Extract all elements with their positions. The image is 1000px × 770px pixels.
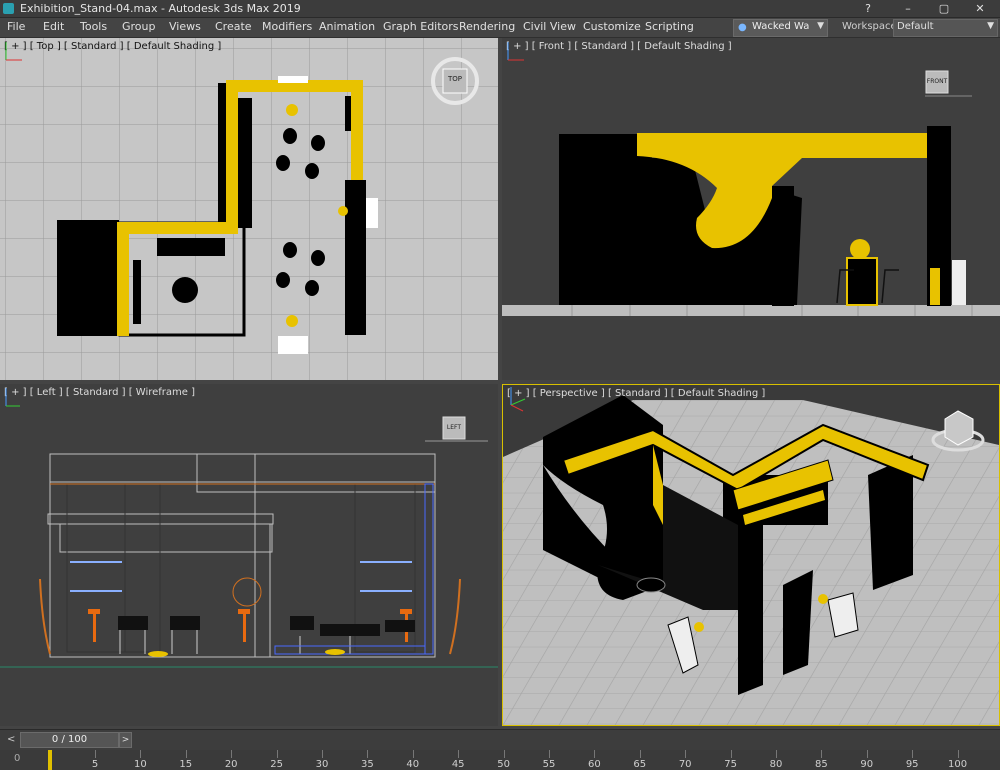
timeline-tick-label: 95 bbox=[905, 759, 919, 770]
menu-customize[interactable]: Customize bbox=[583, 20, 641, 33]
help-button[interactable]: ? bbox=[850, 0, 886, 17]
viewport-top[interactable]: [ + ] [ Top ] [ Standard ] [ Default Sha… bbox=[0, 38, 498, 380]
timeline-tick bbox=[594, 750, 596, 758]
timeline-tick-label: 40 bbox=[406, 759, 420, 770]
viewcube-top[interactable]: TOP bbox=[445, 75, 465, 83]
perspective-view-scene bbox=[503, 395, 999, 725]
timeline-tick bbox=[776, 750, 777, 758]
timeline-tick bbox=[866, 750, 868, 758]
front-view-scene bbox=[502, 70, 1000, 316]
viewport-label-perspective[interactable]: [ + ] [ Perspective ] [ Standard ] [ Def… bbox=[507, 388, 765, 399]
menu-scripting[interactable]: Scripting bbox=[645, 20, 694, 33]
timeline-tick-label: 85 bbox=[815, 759, 828, 770]
user-account-dropdown[interactable]: ● Wacked Wa ▼ bbox=[733, 19, 828, 37]
menu-civil-view[interactable]: Civil View bbox=[523, 20, 576, 33]
menu-file[interactable]: File bbox=[7, 20, 25, 33]
timeline-tick-label: 25 bbox=[270, 759, 283, 770]
chevron-down-icon: ▼ bbox=[987, 21, 994, 31]
timeline-tick bbox=[458, 750, 460, 758]
timeline-tick bbox=[322, 750, 323, 758]
timeline-tick bbox=[730, 750, 732, 758]
close-button[interactable]: ✕ bbox=[962, 0, 998, 17]
timeline-tick-label: 90 bbox=[860, 759, 874, 770]
timeline-tick bbox=[231, 750, 233, 758]
menu-bar: File Edit Tools Group Views Create Modif… bbox=[0, 18, 1000, 38]
title-bar: Exhibition_Stand-04.max - Autodesk 3ds M… bbox=[0, 0, 1000, 18]
timeline-tick-label: 10 bbox=[134, 759, 147, 770]
menu-rendering[interactable]: Rendering bbox=[459, 20, 515, 33]
timeline-tick-label: 45 bbox=[451, 759, 465, 770]
user-icon: ● bbox=[738, 22, 747, 33]
timeline-tick bbox=[367, 750, 369, 758]
timeline: < 0 / 100 > 0 5 10 15 20 25 30 35 40 45 50 55 60 65 7… bbox=[0, 729, 1000, 770]
timeline-tick-label: 55 bbox=[542, 759, 556, 770]
timeline-tick bbox=[185, 750, 187, 758]
menu-edit[interactable]: Edit bbox=[43, 20, 64, 33]
workspaces-value: Default bbox=[897, 21, 934, 32]
axis-gizmo bbox=[510, 387, 526, 412]
menu-modifiers[interactable]: Modifiers bbox=[262, 20, 312, 33]
playhead[interactable] bbox=[48, 750, 52, 770]
chevron-down-icon: ▼ bbox=[817, 21, 824, 31]
timeline-tick-label: 50 bbox=[497, 759, 510, 770]
timeline-tick bbox=[685, 750, 687, 758]
frame-counter: 0 / 100 bbox=[51, 734, 88, 745]
timeline-next-button[interactable]: > bbox=[119, 732, 132, 748]
workspaces-dropdown[interactable]: Default ▼ bbox=[893, 19, 998, 37]
menu-animation[interactable]: Animation bbox=[319, 20, 375, 33]
time-slider[interactable]: 0 / 100 bbox=[20, 732, 119, 748]
menu-group[interactable]: Group bbox=[122, 20, 156, 33]
menu-create[interactable]: Create bbox=[215, 20, 252, 33]
timeline-tick-label: 100 bbox=[948, 759, 968, 770]
menu-graph-editors[interactable]: Graph Editors bbox=[383, 20, 459, 33]
timeline-tick bbox=[549, 750, 550, 758]
timeline-tick-label: 5 bbox=[91, 759, 99, 770]
menu-views[interactable]: Views bbox=[169, 20, 201, 33]
left-view-scene bbox=[0, 416, 498, 668]
top-view-scene bbox=[0, 38, 498, 380]
timeline-prev-button[interactable]: < bbox=[7, 734, 15, 745]
timeline-tick bbox=[276, 750, 278, 758]
timeline-tick-label: 35 bbox=[361, 759, 374, 770]
timeline-tick bbox=[140, 750, 142, 758]
timeline-tick-label: 15 bbox=[179, 759, 193, 770]
timeline-tick-label: 65 bbox=[633, 759, 647, 770]
timeline-tick bbox=[412, 750, 414, 758]
timeline-tick bbox=[821, 750, 823, 758]
timeline-tick bbox=[639, 750, 641, 758]
viewcube-left[interactable]: LEFT bbox=[443, 424, 465, 431]
viewport-label-left[interactable]: [ + ] [ Left ] [ Standard ] [ Wireframe … bbox=[4, 387, 195, 398]
menu-tools[interactable]: Tools bbox=[80, 20, 107, 33]
timeline-tick bbox=[912, 750, 914, 758]
track-bar[interactable]: 0 5 10 15 20 25 30 35 40 45 50 55 60 65 70 75 80 85 90 95 1… bbox=[0, 750, 1000, 770]
viewport-perspective[interactable]: [ + ] [ Perspective ] [ Standard ] [ Def… bbox=[502, 384, 1000, 726]
timeline-tick bbox=[95, 750, 96, 758]
axis-gizmo bbox=[5, 42, 22, 61]
timeline-tick-label: 20 bbox=[224, 759, 238, 770]
viewcube-front[interactable]: FRONT bbox=[926, 78, 948, 85]
viewport-front[interactable]: [ + ] [ Front ] [ Standard ] [ Default S… bbox=[502, 38, 1000, 380]
viewport-label-front[interactable]: [ + ] [ Front ] [ Standard ] [ Default S… bbox=[506, 41, 732, 52]
window-title: Exhibition_Stand-04.max - Autodesk 3ds M… bbox=[20, 2, 301, 15]
timeline-tick bbox=[503, 750, 505, 758]
timeline-tick-label: 80 bbox=[769, 759, 783, 770]
timeline-tick bbox=[957, 750, 959, 758]
app-icon[interactable] bbox=[3, 3, 14, 14]
track-lead-label: 0 bbox=[14, 753, 21, 764]
viewport-left[interactable]: [ + ] [ Left ] [ Standard ] [ Wireframe … bbox=[0, 384, 498, 726]
maximize-button[interactable]: ▢ bbox=[926, 0, 962, 17]
timeline-tick-label: 70 bbox=[678, 759, 692, 770]
timeline-tick-label: 75 bbox=[724, 759, 737, 770]
axis-gizmo bbox=[5, 388, 20, 407]
timeline-tick-label: 30 bbox=[315, 759, 329, 770]
minimize-button[interactable]: – bbox=[890, 0, 926, 17]
user-name: Wacked Wa bbox=[752, 21, 810, 32]
axis-gizmo bbox=[507, 42, 524, 61]
timeline-tick-label: 60 bbox=[588, 759, 601, 770]
viewport-label-top[interactable]: [ + ] [ Top ] [ Standard ] [ Default Sha… bbox=[4, 41, 221, 52]
